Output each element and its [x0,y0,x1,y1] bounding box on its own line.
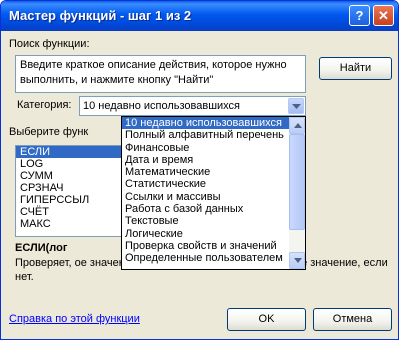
category-option[interactable]: Ссылки и массивы [122,191,305,203]
category-option[interactable]: Текстовые [122,215,305,227]
title-bar[interactable]: Мастер функций - шаг 1 из 2 ? ✕ [1,1,398,31]
function-help-link[interactable]: Справка по этой функции [9,313,140,325]
category-option[interactable]: Статистические [122,178,305,190]
category-option[interactable]: Математические [122,166,305,178]
chevron-down-icon[interactable] [288,98,304,114]
scroll-up-arrow-icon[interactable] [289,117,305,134]
category-label: Категория: [17,99,72,111]
category-option[interactable]: Полный алфавитный перечень [122,129,305,141]
category-option[interactable]: 10 недавно использовавшихся [122,117,305,130]
search-label: Поиск функции: [9,38,90,50]
scrollbar-thumb[interactable] [289,134,305,230]
scroll-down-arrow-icon[interactable] [289,252,305,269]
category-option[interactable]: Проверка свойств и значений [122,240,305,252]
close-button[interactable]: ✕ [373,5,394,26]
function-signature: ЕСЛИ(лог [15,242,68,254]
category-select[interactable]: 10 недавно использовавшихся [79,96,306,116]
category-selected-value: 10 недавно использовавшихся [83,100,241,112]
category-dropdown-list[interactable]: 10 недавно использовавшихся Полный алфави… [121,116,306,270]
category-option[interactable]: Работа с базой данных [122,203,305,215]
function-wizard-dialog: Мастер функций - шаг 1 из 2 ? ✕ Поиск фу… [0,0,399,340]
dialog-title: Мастер функций - шаг 1 из 2 [9,8,192,23]
ok-button[interactable]: OK [227,308,306,331]
category-option[interactable]: Логические [122,228,305,240]
help-button[interactable]: ? [349,5,370,26]
search-input[interactable]: Введите краткое описание действия, котор… [15,55,306,93]
category-option[interactable]: Определенные пользователем [122,252,305,264]
function-list-label: Выберите функ [9,126,89,138]
category-option[interactable]: Финансовые [122,142,305,154]
find-button[interactable]: Найти [319,57,392,80]
dropdown-scrollbar[interactable] [289,117,305,269]
cancel-button[interactable]: Отмена [313,308,392,331]
category-option[interactable]: Дата и время [122,154,305,166]
